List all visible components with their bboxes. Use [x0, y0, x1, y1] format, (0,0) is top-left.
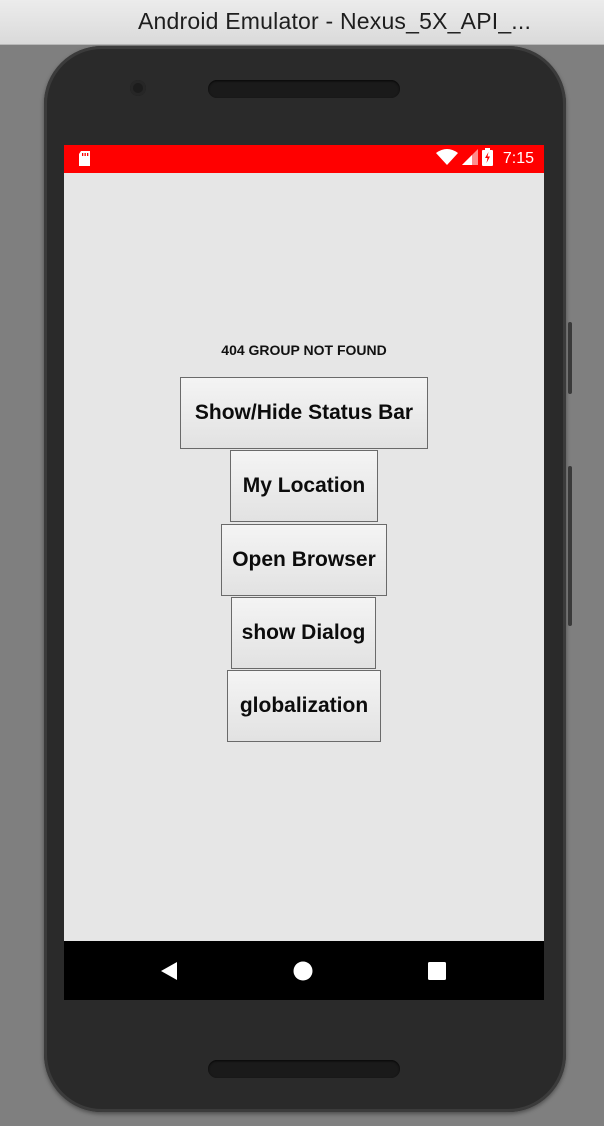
signal-icon — [461, 148, 478, 170]
device-screen: 7:15 404 GROUP NOT FOUND Show/Hide Statu… — [64, 145, 544, 1000]
bottom-speaker — [208, 1060, 400, 1078]
globalization-button[interactable]: globalization — [227, 670, 381, 742]
sd-card-icon — [78, 151, 91, 172]
power-button[interactable] — [568, 322, 572, 394]
page-heading: 404 GROUP NOT FOUND — [221, 342, 387, 358]
open-browser-button[interactable]: Open Browser — [221, 524, 387, 596]
battery-charging-icon — [481, 147, 493, 171]
volume-rocker[interactable] — [568, 466, 572, 626]
earpiece-speaker — [208, 80, 400, 98]
status-clock: 7:15 — [502, 150, 534, 167]
wifi-icon — [435, 148, 458, 170]
recents-icon[interactable] — [428, 962, 446, 985]
home-icon[interactable] — [293, 961, 313, 986]
show-dialog-button[interactable]: show Dialog — [231, 597, 376, 669]
status-bar: 7:15 — [64, 145, 544, 173]
app-content: 404 GROUP NOT FOUND Show/Hide Status Bar… — [64, 173, 544, 941]
show-hide-status-bar-button[interactable]: Show/Hide Status Bar — [180, 377, 428, 449]
navigation-bar — [64, 941, 544, 1000]
emulator-title-bar: Android Emulator - Nexus_5X_API_... — [0, 0, 604, 45]
status-icons: 7:15 — [435, 147, 534, 171]
front-camera — [130, 80, 146, 96]
window-title: Android Emulator - Nexus_5X_API_... — [138, 8, 532, 34]
back-icon[interactable] — [159, 961, 179, 986]
my-location-button[interactable]: My Location — [230, 450, 378, 522]
